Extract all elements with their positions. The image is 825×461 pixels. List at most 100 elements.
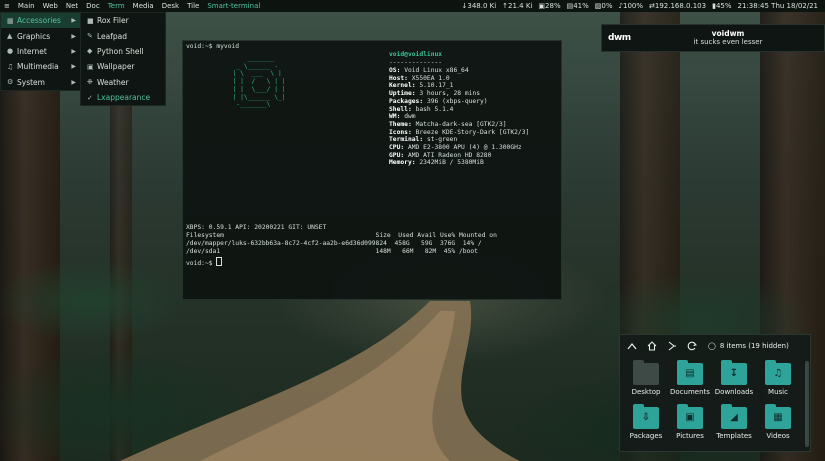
pictures-folder-icon: ▣ (677, 404, 703, 429)
volume-value: 100% (622, 2, 643, 10)
menu-category-multimedia[interactable]: ♫ Multimedia ▶ (1, 59, 81, 74)
folder-downloads[interactable]: ↧ Downloads (712, 360, 756, 403)
desktop-folder-icon (633, 360, 659, 385)
notification-popup[interactable]: dwm voidwm it sucks even lesser (601, 24, 825, 52)
tag-net[interactable]: Net (62, 2, 82, 10)
folder-label: Videos (766, 432, 790, 440)
df-header: Filesystem Size Used Avail Use% Mounted … (186, 232, 497, 239)
menu-app-weather[interactable]: ❉ Weather (81, 75, 165, 90)
system-info-line: Uptime: 3 hours, 28 mins (389, 90, 480, 98)
refresh-icon[interactable] (682, 341, 702, 351)
menu-app-wallpaper[interactable]: ▣ Wallpaper (81, 59, 165, 74)
tag-main[interactable]: Main (14, 2, 39, 10)
tag-doc[interactable]: Doc (82, 2, 104, 10)
item-count-text: 8 items (19 hidden) (719, 342, 789, 350)
folder-label: Pictures (676, 432, 704, 440)
tag-term[interactable]: Term (104, 2, 129, 10)
item-count-status: ◯ 8 items (19 hidden) (708, 342, 789, 350)
system-info-line: WM: dwm (389, 113, 416, 121)
df-row: /dev/sda1 148M 66M 82M 45% /boot (186, 248, 478, 255)
folder-music[interactable]: ♫ Music (756, 360, 800, 403)
tag-desk[interactable]: Desk (158, 2, 183, 10)
folder-documents[interactable]: ▤ Documents (668, 360, 712, 403)
system-info-colon: : (407, 120, 416, 128)
text-cursor (216, 257, 223, 266)
tag-web[interactable]: Web (39, 2, 62, 10)
system-info-line: Packages: 396 (xbps-query) (389, 98, 488, 106)
folder-label: Documents (670, 388, 710, 396)
terminal-window[interactable]: void:~$ myvoid _______ _ \______ - | \ _… (182, 40, 562, 300)
eye-icon[interactable]: ◯ (708, 342, 716, 350)
prompt-text: void:~$ (186, 260, 217, 267)
up-chevron-icon[interactable] (622, 342, 642, 350)
vertical-scrollbar[interactable] (805, 361, 809, 447)
folder-pictures[interactable]: ▣ Pictures (668, 404, 712, 447)
system-info-line: Memory: 2342MiB / 5380MiB (389, 159, 484, 167)
system-icon: ⚙ (7, 78, 14, 87)
download-glyph: ↧ (729, 368, 739, 379)
menu-app-rox-filer[interactable]: ■ Rox Filer (81, 13, 165, 28)
system-info-line: Kernel: 5.10.17_1 (389, 82, 453, 90)
system-info-key: Theme (389, 120, 408, 128)
menu-app-label: Wallpaper (97, 62, 135, 72)
swap-indicator: ▨0% (594, 2, 613, 10)
ip-value: 192.168.0.103 (654, 2, 707, 10)
menu-app-lxappearance[interactable]: ✓ Lxappearance (81, 90, 165, 105)
menu-category-internet[interactable]: ● Internet ▶ (1, 44, 81, 59)
system-info-key: WM (389, 113, 397, 121)
top-bar: ≡ Main Web Net Doc Term Media Desk Tile … (0, 0, 825, 12)
notification-title: voidwm (711, 29, 745, 38)
system-info-value: Breeze KDE-Story-Dark [GTK2/3] (415, 128, 530, 136)
system-info-key: Shell (389, 105, 408, 113)
battery-value: 45% (715, 2, 732, 10)
folder-label: Music (768, 388, 788, 396)
system-info-colon: : (400, 144, 408, 151)
home-icon[interactable] (642, 341, 662, 351)
folder-templates[interactable]: ◢ Templates (712, 404, 756, 447)
appearance-icon: ✓ (87, 93, 93, 102)
folder-label: Templates (716, 432, 752, 440)
volume-indicator[interactable]: ♪100% (616, 2, 646, 10)
menu-icon[interactable]: ≡ (0, 2, 14, 10)
cpu-indicator: ▣28% (538, 2, 561, 10)
ip-indicator: ⇄192.168.0.103 (649, 2, 707, 10)
tag-media[interactable]: Media (129, 2, 158, 10)
music-folder-icon: ♫ (765, 360, 791, 385)
system-info-line: OS: Void Linux x86_64 (389, 67, 469, 75)
tag-tile[interactable]: Tile (183, 2, 203, 10)
menu-app-label: Leafpad (97, 31, 128, 41)
cpu-value: 28% (545, 2, 561, 10)
downloads-folder-icon: ↧ (721, 360, 747, 385)
system-info-key: CPU (389, 144, 401, 151)
system-info-line: Host: X550EA 1.0 (389, 75, 450, 83)
menu-category-graphics[interactable]: ▲ Graphics ▶ (1, 28, 81, 43)
system-info-value: Matcha-dark-sea [GTK2/3] (415, 120, 507, 128)
file-manager-window: ◯ 8 items (19 hidden) Desktop ▤ Document… (619, 334, 811, 452)
void-ascii-logo: _______ _ \______ - | \ ___ \ | | | / \ … (232, 55, 286, 109)
menu-app-leafpad[interactable]: ✎ Leafpad (81, 28, 165, 43)
window-title: Smart-terminal (207, 2, 261, 10)
folder-videos[interactable]: ▦ Videos (756, 404, 800, 447)
terminal-prompt-line: void:~$ (186, 257, 223, 268)
system-info-value: dwm (404, 113, 416, 121)
system-info-colon: : (404, 74, 412, 82)
system-info-value: st-green (426, 136, 458, 144)
system-info-value: Void Linux x86_64 (404, 67, 469, 74)
system-info-colon: : (419, 136, 427, 144)
documents-folder-icon: ▤ (677, 360, 703, 385)
chevron-right-icon: ▶ (71, 78, 76, 86)
picture-glyph: ▣ (685, 412, 695, 423)
system-info-value: 5.10.17_1 (419, 82, 454, 90)
menu-category-accessories[interactable]: ▦ Accessories ▶ (1, 13, 81, 29)
xbps-line: XBPS: 0.59.1 API: 20200221 GIT: UNSET (186, 224, 327, 231)
system-info-key: OS (389, 67, 397, 74)
menu-app-python-shell[interactable]: ◆ Python Shell (81, 44, 165, 59)
menu-category-system[interactable]: ⚙ System ▶ (1, 75, 81, 90)
system-info-key: Uptime (389, 90, 412, 98)
templates-folder-icon: ◢ (721, 404, 747, 429)
menu-category-label: Graphics (17, 31, 51, 41)
system-info-key: Terminal (389, 136, 420, 144)
folder-packages[interactable]: ⇩ Packages (624, 404, 668, 447)
forward-icon[interactable] (662, 341, 682, 351)
folder-desktop[interactable]: Desktop (624, 360, 668, 403)
